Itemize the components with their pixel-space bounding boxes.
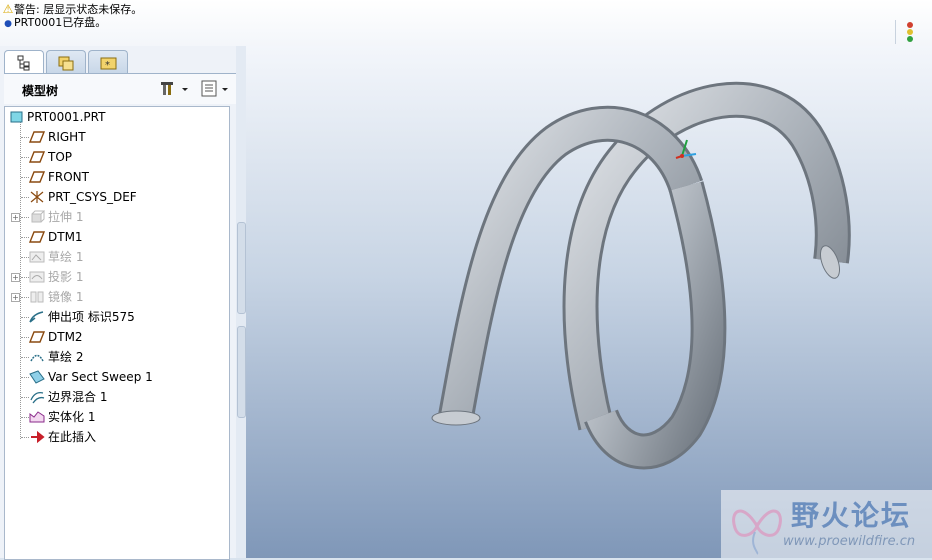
expand-icon[interactable]: +	[11, 273, 20, 282]
tree-item[interactable]: + 镜像 1	[5, 287, 229, 307]
list-icon	[201, 80, 228, 97]
sketch-icon	[30, 354, 44, 362]
extrude-icon	[31, 210, 45, 223]
mirror-icon	[30, 291, 44, 303]
model-tree-title: 模型树	[22, 84, 59, 98]
insert-here-arrow-icon	[31, 430, 45, 444]
navigator-panel: * 模型树 PRT0001.PRT RIGHT TOP FRONT PRT_CS…	[0, 46, 240, 560]
datum-plane-icon	[29, 331, 45, 343]
graphics-viewport[interactable]: 野火论坛 www.proewildfire.cn	[246, 46, 932, 558]
tree-item[interactable]: 实体化 1	[5, 407, 229, 427]
spring-model	[431, 81, 851, 470]
panel-splitter[interactable]	[236, 46, 246, 558]
regen-status-light-icon[interactable]	[895, 20, 924, 44]
sketch-icon	[29, 251, 45, 263]
watermark-url: www.proewildfire.cn	[783, 534, 916, 549]
butterfly-logo-icon	[732, 509, 782, 555]
splitter-handle[interactable]	[237, 326, 246, 418]
tree-item[interactable]: Var Sect Sweep 1	[5, 367, 229, 387]
part-icon	[10, 111, 23, 123]
model-tree-header: 模型树	[4, 74, 236, 104]
boundary-blend-icon	[30, 392, 45, 404]
protrusion-icon	[29, 311, 44, 323]
splitter-handle[interactable]	[237, 222, 246, 314]
tree-item[interactable]: RIGHT	[5, 127, 229, 147]
tree-item[interactable]: PRT_CSYS_DEF	[5, 187, 229, 207]
tree-item[interactable]: DTM1	[5, 227, 229, 247]
folder-browser-icon	[58, 56, 74, 71]
model-tree-icon	[17, 55, 30, 71]
solidify-icon	[29, 411, 45, 423]
svg-text:*: *	[105, 60, 110, 71]
tab-model-tree[interactable]	[4, 50, 44, 75]
tree-item[interactable]: 在此插入	[5, 427, 229, 447]
tree-item[interactable]: TOP	[5, 147, 229, 167]
datum-plane-icon	[29, 131, 45, 143]
tree-item[interactable]: DTM2	[5, 327, 229, 347]
favorites-icon: *	[100, 57, 117, 71]
tree-item[interactable]: FRONT	[5, 167, 229, 187]
sweep-icon	[29, 370, 45, 384]
tree-item[interactable]: 边界混合 1	[5, 387, 229, 407]
tree-item[interactable]: PRT0001.PRT	[5, 107, 229, 127]
tree-show-button[interactable]	[200, 80, 230, 98]
forum-watermark: 野火论坛 www.proewildfire.cn	[721, 490, 932, 558]
navigator-tabs: *	[4, 50, 234, 75]
tree-item[interactable]: 伸出项 标识575	[5, 307, 229, 327]
message-line: ● PRT0001已存盘。	[2, 15, 106, 31]
datum-plane-icon	[29, 151, 45, 163]
tab-folder-browser[interactable]	[46, 50, 86, 73]
tools-icon	[161, 82, 188, 95]
projection-icon	[29, 271, 45, 283]
tree-item[interactable]: 草绘 2	[5, 347, 229, 367]
expand-icon[interactable]: +	[11, 293, 20, 302]
tree-item[interactable]: 草绘 1	[5, 247, 229, 267]
tab-favorites[interactable]: *	[88, 50, 128, 73]
watermark-title: 野火论坛	[791, 499, 912, 532]
tree-item[interactable]: + 投影 1	[5, 267, 229, 287]
datum-plane-icon	[29, 231, 45, 243]
tree-settings-button[interactable]	[160, 80, 190, 98]
message-area: ⚠警告: 层显示状态未保存。 ● PRT0001已存盘。	[0, 0, 932, 47]
expand-icon[interactable]: +	[11, 213, 20, 222]
tree-item[interactable]: + 拉伸 1	[5, 207, 229, 227]
csys-icon	[30, 191, 44, 203]
message-text: PRT0001已存盘。	[14, 16, 107, 29]
info-dot-icon: ●	[4, 19, 12, 29]
model-tree: PRT0001.PRT RIGHT TOP FRONT PRT_CSYS_DEF…	[4, 106, 230, 560]
datum-plane-icon	[29, 171, 45, 183]
